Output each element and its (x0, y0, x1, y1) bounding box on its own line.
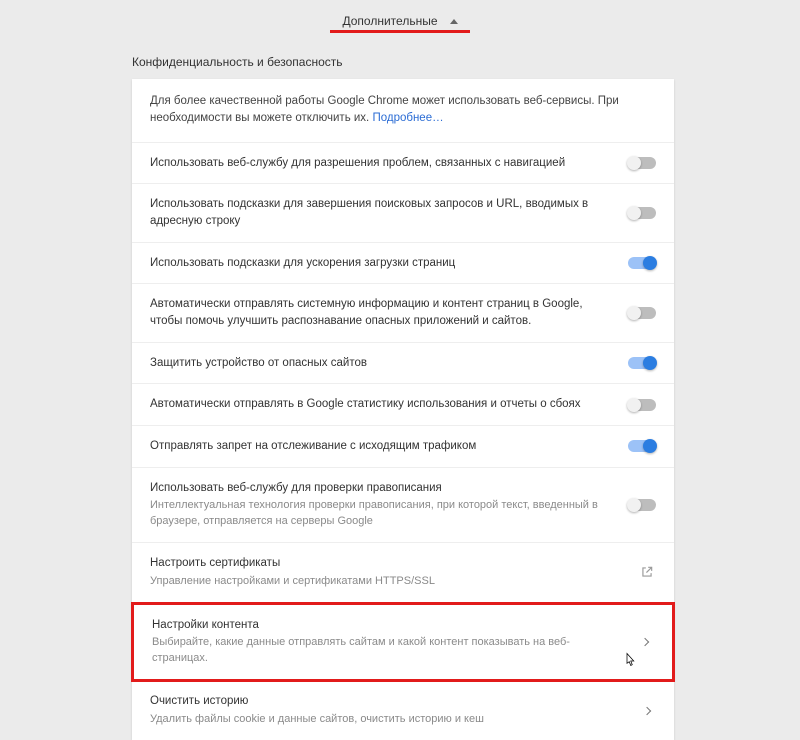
toggle-knob (643, 356, 657, 370)
row-title: Защитить устройство от опасных сайтов (150, 355, 612, 372)
row-title: Использовать веб-службу для разрешения п… (150, 155, 612, 172)
toggle-switch[interactable] (628, 207, 656, 219)
toggle-knob (627, 206, 641, 220)
row-subtitle: Удалить файлы cookie и данные сайтов, оч… (150, 712, 622, 728)
toggle-knob (627, 498, 641, 512)
section-title: Конфиденциальность и безопасность (0, 37, 800, 79)
row-text: Автоматически отправлять в Google статис… (150, 396, 628, 413)
toggle-knob (627, 306, 641, 320)
toggle-switch[interactable] (628, 499, 656, 511)
row-text: Очистить историю Удалить файлы cookie и д… (150, 693, 638, 728)
toggle-switch[interactable] (628, 440, 656, 452)
row-title: Настройки контента (152, 617, 620, 634)
toggle-switch[interactable] (628, 307, 656, 319)
toggle-switch[interactable] (628, 357, 656, 369)
row-text: Защитить устройство от опасных сайтов (150, 355, 628, 372)
row-title: Очистить историю (150, 693, 622, 710)
settings-row: Автоматически отправлять системную инфор… (132, 284, 674, 342)
chevron-right-icon (638, 708, 656, 714)
settings-row: Автоматически отправлять в Google статис… (132, 384, 674, 426)
toggle-switch[interactable] (628, 157, 656, 169)
settings-row: Защитить устройство от опасных сайтов (132, 343, 674, 385)
settings-row: Использовать подсказки для ускорения заг… (132, 243, 674, 285)
row-title: Отправлять запрет на отслеживание с исхо… (150, 438, 612, 455)
row-text: Настроить сертификаты Управление настройк… (150, 555, 638, 590)
privacy-card: Для более качественной работы Google Chr… (132, 79, 674, 740)
row-title: Автоматически отправлять системную инфор… (150, 296, 612, 329)
settings-row[interactable]: Настройки контентаВыбирайте, какие данны… (134, 605, 672, 680)
caret-up-icon (450, 19, 458, 24)
settings-row: Использовать веб-службу для проверки пра… (132, 468, 674, 544)
row-text: Использовать веб-службу для проверки пра… (150, 480, 628, 531)
advanced-label: Дополнительные (343, 14, 438, 28)
row-text: Настройки контентаВыбирайте, какие данны… (152, 617, 636, 668)
chevron-right-icon (636, 639, 654, 645)
advanced-toggle[interactable]: Дополнительные (343, 14, 458, 28)
intro-learn-more-link[interactable]: Подробнее… (372, 112, 443, 124)
row-text: Автоматически отправлять системную инфор… (150, 296, 628, 329)
intro-text: Для более качественной работы Google Chr… (132, 79, 674, 143)
row-title: Настроить сертификаты (150, 555, 622, 572)
row-subtitle: Управление настройками и сертификатами H… (150, 574, 622, 590)
toggle-knob (627, 398, 641, 412)
settings-row: Использовать веб-службу для разрешения п… (132, 143, 674, 185)
row-text: Отправлять запрет на отслеживание с исхо… (150, 438, 628, 455)
settings-row: Использовать подсказки для завершения по… (132, 184, 674, 242)
row-text: Использовать веб-службу для разрешения п… (150, 155, 628, 172)
settings-row[interactable]: Очистить историю Удалить файлы cookie и д… (132, 681, 674, 740)
row-subtitle: Интеллектуальная технология проверки пра… (150, 498, 612, 530)
row-subtitle: Выбирайте, какие данные отправлять сайта… (152, 635, 620, 667)
settings-page: Дополнительные Конфиденциальность и безо… (0, 0, 800, 740)
toggle-knob (643, 256, 657, 270)
row-title: Использовать веб-службу для проверки пра… (150, 480, 612, 497)
row-title: Использовать подсказки для ускорения заг… (150, 255, 612, 272)
row-title: Автоматически отправлять в Google статис… (150, 396, 612, 413)
row-title: Использовать подсказки для завершения по… (150, 196, 612, 229)
toggle-knob (643, 439, 657, 453)
toggle-knob (627, 156, 641, 170)
external-link-icon (638, 565, 656, 579)
highlight-underline (330, 30, 470, 33)
settings-row: Отправлять запрет на отслеживание с исхо… (132, 426, 674, 468)
row-text: Использовать подсказки для ускорения заг… (150, 255, 628, 272)
advanced-header: Дополнительные (0, 0, 800, 37)
row-text: Использовать подсказки для завершения по… (150, 196, 628, 229)
toggle-switch[interactable] (628, 399, 656, 411)
toggle-switch[interactable] (628, 257, 656, 269)
